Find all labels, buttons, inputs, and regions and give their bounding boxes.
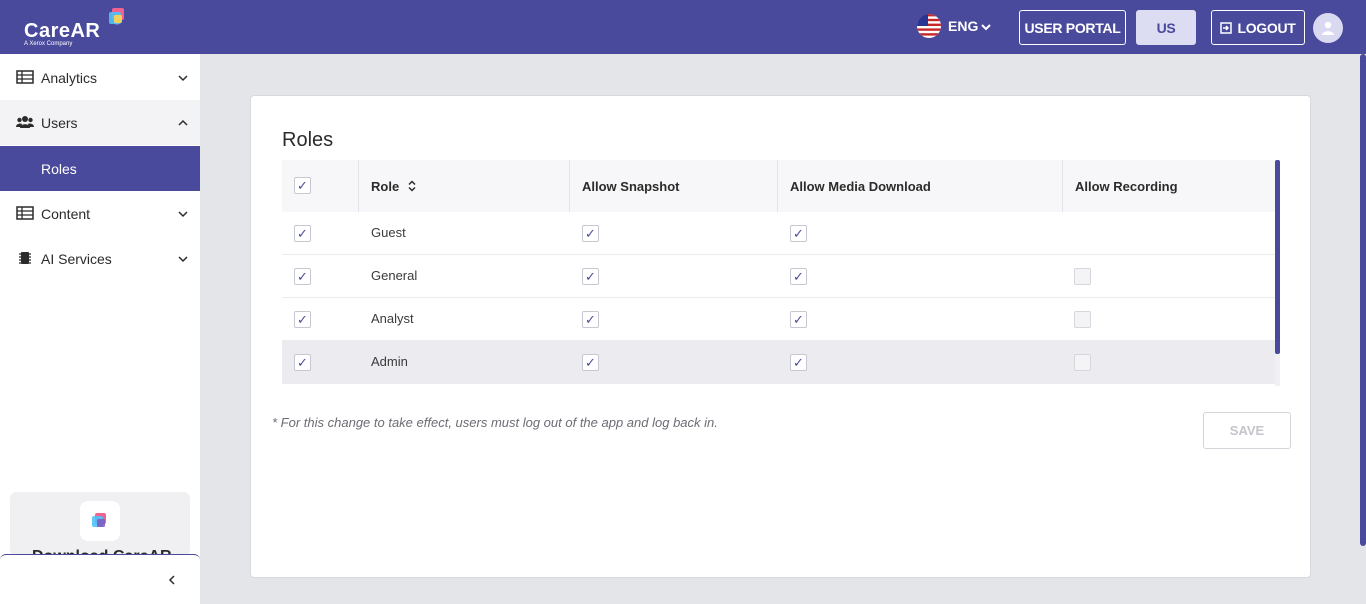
chevron-left-icon[interactable]: [168, 574, 176, 586]
table-icon: [16, 206, 34, 220]
column-header-label: Role: [371, 179, 400, 194]
role-name: Guest: [371, 225, 406, 240]
allow-recording-checkbox[interactable]: [1074, 354, 1091, 371]
allow-snapshot-checkbox[interactable]: [582, 311, 599, 328]
allow-media-download-checkbox[interactable]: [790, 354, 807, 371]
sort-icon[interactable]: [407, 180, 417, 192]
logo-subtitle: A Xerox Company: [24, 41, 73, 47]
user-avatar[interactable]: [1313, 13, 1343, 43]
sidebar-item-users[interactable]: Users: [0, 100, 200, 145]
chevron-down-icon[interactable]: [980, 17, 992, 37]
sidebar-item-ai-services[interactable]: AI Services: [0, 236, 200, 281]
role-name: Admin: [371, 354, 408, 369]
page-title: Roles: [282, 129, 334, 151]
table-icon: [16, 70, 34, 84]
logout-button[interactable]: LOGOUT: [1211, 10, 1305, 45]
select-all-checkbox[interactable]: [294, 177, 311, 194]
sidebar-collapse-bar: [0, 554, 200, 604]
region-button[interactable]: US: [1136, 10, 1196, 45]
chip-icon: [19, 252, 31, 264]
language-selector[interactable]: ENG: [948, 18, 978, 34]
logo-text: CareAR: [24, 20, 101, 42]
chevron-down-icon: [178, 256, 188, 263]
carear-app-icon: [80, 501, 120, 541]
role-name: Analyst: [371, 311, 414, 326]
sidebar-item-content[interactable]: Content: [0, 191, 200, 236]
allow-snapshot-checkbox[interactable]: [582, 268, 599, 285]
download-app-card[interactable]: Download CareAR: [10, 492, 190, 556]
user-icon: [1322, 21, 1334, 35]
users-icon: [16, 116, 34, 128]
top-bar: CareAR ™ A Xerox Company ENG USER PORTAL…: [0, 0, 1366, 54]
logout-label: LOGOUT: [1237, 19, 1296, 36]
column-divider: [358, 160, 359, 212]
sidebar-item-analytics[interactable]: Analytics: [0, 55, 200, 100]
column-header-role[interactable]: Role: [371, 179, 417, 194]
chevron-down-icon: [178, 75, 188, 82]
allow-snapshot-checkbox[interactable]: [582, 225, 599, 242]
row-select-checkbox[interactable]: [294, 354, 311, 371]
row-select-checkbox[interactable]: [294, 311, 311, 328]
logout-note: * For this change to take effect, users …: [272, 415, 718, 430]
save-button[interactable]: SAVE: [1203, 412, 1291, 449]
column-header-allow-media-download: Allow Media Download: [790, 179, 931, 194]
allow-media-download-checkbox[interactable]: [790, 268, 807, 285]
allow-media-download-checkbox[interactable]: [790, 311, 807, 328]
logout-icon: [1220, 21, 1233, 34]
sidebar-item-label: Analytics: [41, 70, 98, 86]
column-header-allow-snapshot: Allow Snapshot: [582, 179, 680, 194]
chevron-up-icon: [178, 119, 188, 126]
column-divider: [777, 160, 778, 212]
sidebar: Analytics Users Roles Content AI Service…: [0, 54, 200, 604]
table-row: Analyst: [282, 298, 1276, 341]
row-select-checkbox[interactable]: [294, 268, 311, 285]
table-header-row: Role Allow Snapshot Allow Media Download…: [282, 160, 1276, 212]
sidebar-item-label: Content: [41, 206, 91, 222]
allow-recording-checkbox[interactable]: [1074, 311, 1091, 328]
sidebar-item-label: Users: [41, 115, 78, 131]
table-scrollbar[interactable]: [1275, 160, 1280, 354]
row-select-checkbox[interactable]: [294, 225, 311, 242]
role-name: General: [371, 268, 418, 283]
allow-media-download-checkbox[interactable]: [790, 225, 807, 242]
table-row: Guest: [282, 212, 1276, 255]
allow-recording-checkbox[interactable]: [1074, 268, 1091, 285]
sidebar-item-label: AI Services: [41, 251, 112, 267]
sidebar-item-label: Roles: [41, 161, 77, 177]
table-row: General: [282, 255, 1276, 298]
carear-logo[interactable]: CareAR ™ A Xerox Company: [22, 6, 132, 50]
page-scrollbar[interactable]: [1360, 54, 1366, 546]
logo-mark-icon: [109, 8, 124, 24]
user-portal-button[interactable]: USER PORTAL: [1019, 10, 1126, 45]
column-divider: [1062, 160, 1063, 212]
allow-snapshot-checkbox[interactable]: [582, 354, 599, 371]
roles-card: Roles Role Allow Snapshot Allow Media Do…: [250, 95, 1311, 578]
column-divider: [569, 160, 570, 212]
sidebar-item-roles[interactable]: Roles: [0, 146, 200, 191]
chevron-down-icon: [178, 211, 188, 218]
table-row: Admin: [282, 341, 1276, 384]
column-header-allow-recording: Allow Recording: [1075, 179, 1178, 194]
us-flag-icon[interactable]: [917, 14, 941, 38]
